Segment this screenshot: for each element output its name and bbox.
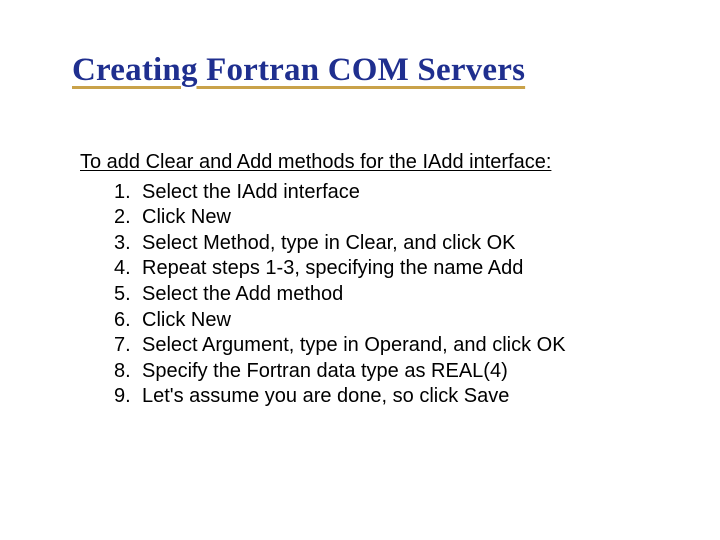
step-item: Click New xyxy=(114,205,640,231)
step-item: Click New xyxy=(114,308,640,334)
title-area: Creating Fortran COM Servers xyxy=(72,52,660,89)
step-item: Repeat steps 1-3, specifying the name Ad… xyxy=(114,256,640,282)
step-item: Specify the Fortran data type as REAL(4) xyxy=(114,359,640,385)
slide: Creating Fortran COM Servers To add Clea… xyxy=(0,0,720,540)
slide-title: Creating Fortran COM Servers xyxy=(72,52,660,89)
step-text: Let's assume you are done, so click Save xyxy=(142,385,509,407)
step-item: Select the IAdd interface xyxy=(114,180,640,206)
step-text: Repeat steps 1-3, specifying the name Ad… xyxy=(142,257,523,279)
step-text: Click New xyxy=(142,309,231,331)
step-text: Click New xyxy=(142,206,231,228)
step-text: Select Method, type in Clear, and click … xyxy=(142,232,516,254)
step-item: Select the Add method xyxy=(114,282,640,308)
intro-text: To add Clear and Add methods for the IAd… xyxy=(80,150,640,176)
step-text: Select the IAdd interface xyxy=(142,181,360,203)
step-item: Select Method, type in Clear, and click … xyxy=(114,231,640,257)
step-text: Specify the Fortran data type as REAL(4) xyxy=(142,360,508,382)
steps-list: Select the IAdd interface Click New Sele… xyxy=(114,180,640,410)
step-item: Let's assume you are done, so click Save xyxy=(114,384,640,410)
body-area: To add Clear and Add methods for the IAd… xyxy=(80,150,640,410)
step-text: Select the Add method xyxy=(142,283,343,305)
step-item: Select Argument, type in Operand, and cl… xyxy=(114,333,640,359)
step-text: Select Argument, type in Operand, and cl… xyxy=(142,334,566,356)
